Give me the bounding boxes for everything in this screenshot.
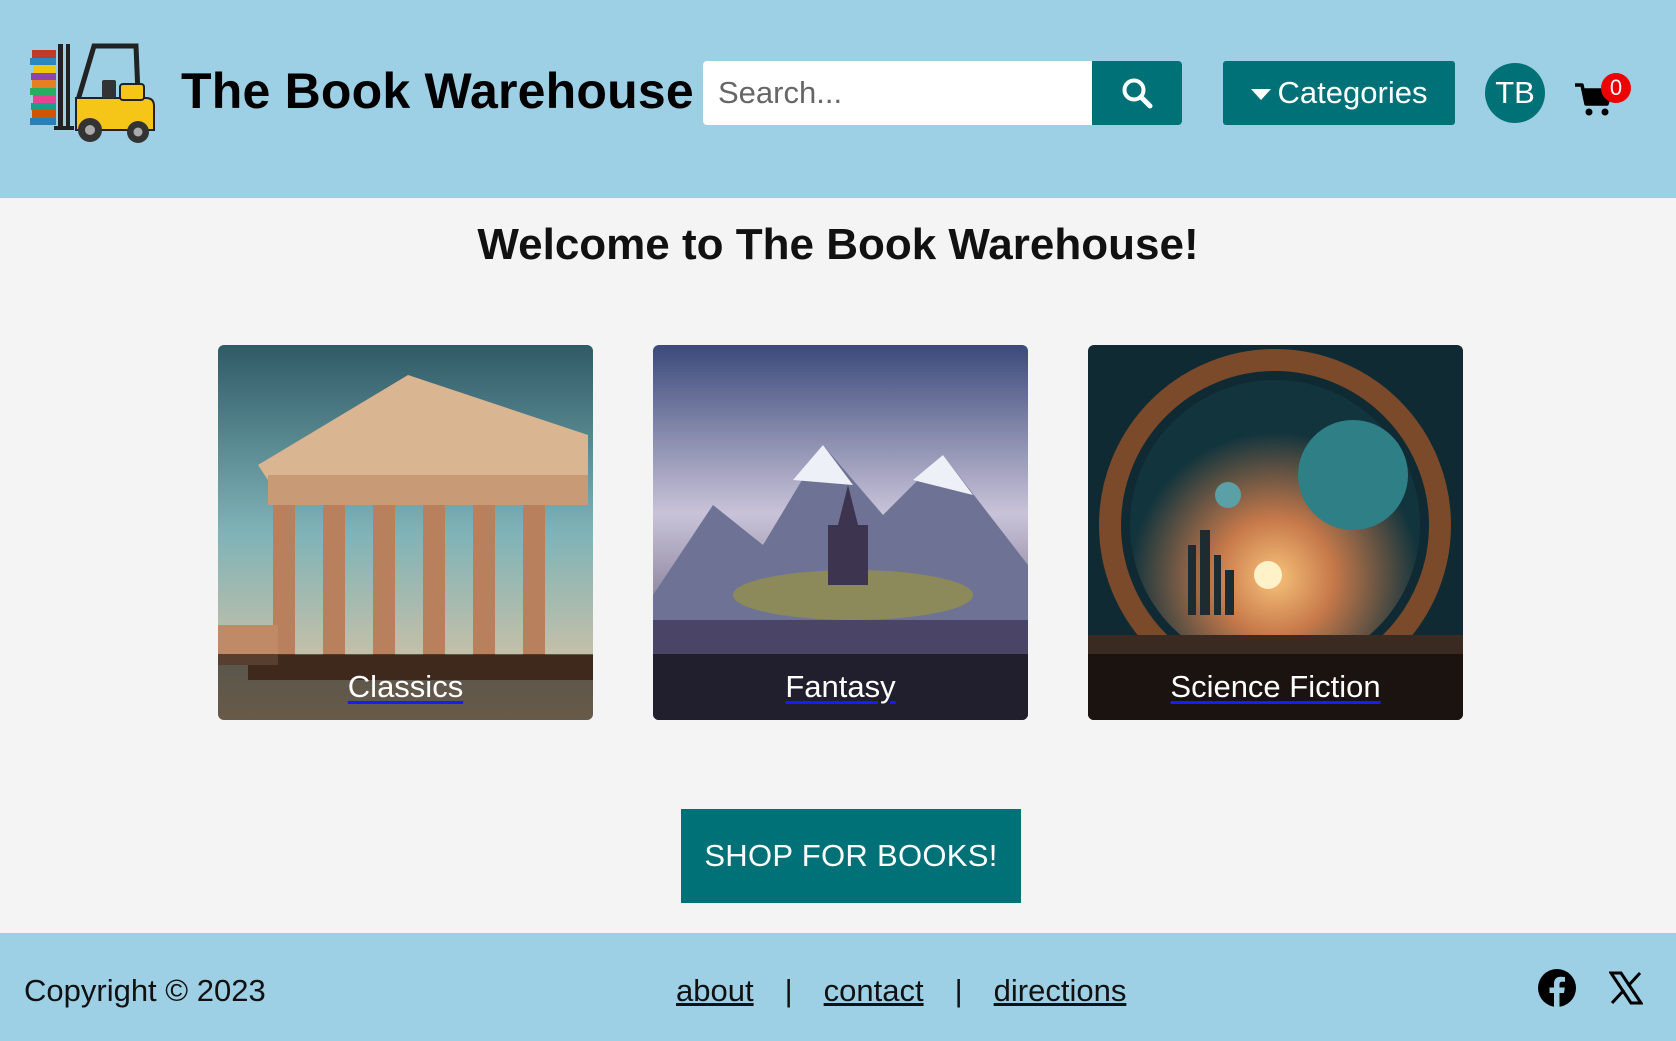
- footer-links: about | contact | directions: [676, 973, 1126, 1009]
- shop-for-books-button[interactable]: SHOP FOR BOOKS!: [681, 809, 1021, 903]
- categories-label: Categories: [1277, 75, 1428, 110]
- category-card-classics[interactable]: Classics: [218, 345, 593, 720]
- category-card-band: Classics: [218, 654, 593, 720]
- forklift-logo-icon[interactable]: [28, 40, 168, 144]
- category-card-fantasy[interactable]: Fantasy: [653, 345, 1028, 720]
- user-avatar[interactable]: TB: [1485, 63, 1545, 123]
- footer-link-contact[interactable]: contact: [824, 973, 924, 1009]
- welcome-heading: Welcome to The Book Warehouse!: [477, 220, 1199, 269]
- search-input[interactable]: [703, 61, 1092, 125]
- category-card-label[interactable]: Classics: [348, 669, 463, 705]
- search-button[interactable]: [1092, 61, 1182, 125]
- category-card-label[interactable]: Fantasy: [785, 669, 895, 705]
- footer-link-directions[interactable]: directions: [994, 973, 1127, 1009]
- search-icon: [1122, 78, 1153, 109]
- site-header: The Book Warehouse Categories TB 0: [0, 0, 1676, 198]
- footer-separator: |: [784, 973, 793, 1008]
- footer-link-about[interactable]: about: [676, 973, 754, 1009]
- search-bar: [703, 61, 1182, 125]
- facebook-icon[interactable]: [1537, 968, 1577, 1008]
- category-card-label[interactable]: Science Fiction: [1170, 669, 1380, 705]
- category-card-band: Fantasy: [653, 654, 1028, 720]
- category-card-science-fiction[interactable]: Science Fiction: [1088, 345, 1463, 720]
- site-footer: Copyright © 2023 about | contact | direc…: [0, 933, 1676, 1041]
- site-brand-title[interactable]: The Book Warehouse: [181, 62, 694, 120]
- categories-dropdown-button[interactable]: Categories: [1223, 61, 1455, 125]
- caret-down-icon: [1250, 89, 1271, 100]
- x-logo-icon[interactable]: [1609, 971, 1643, 1005]
- cart-count-badge: 0: [1601, 73, 1631, 103]
- footer-separator: |: [954, 973, 963, 1008]
- category-card-band: Science Fiction: [1088, 654, 1463, 720]
- copyright-text: Copyright © 2023: [24, 973, 266, 1008]
